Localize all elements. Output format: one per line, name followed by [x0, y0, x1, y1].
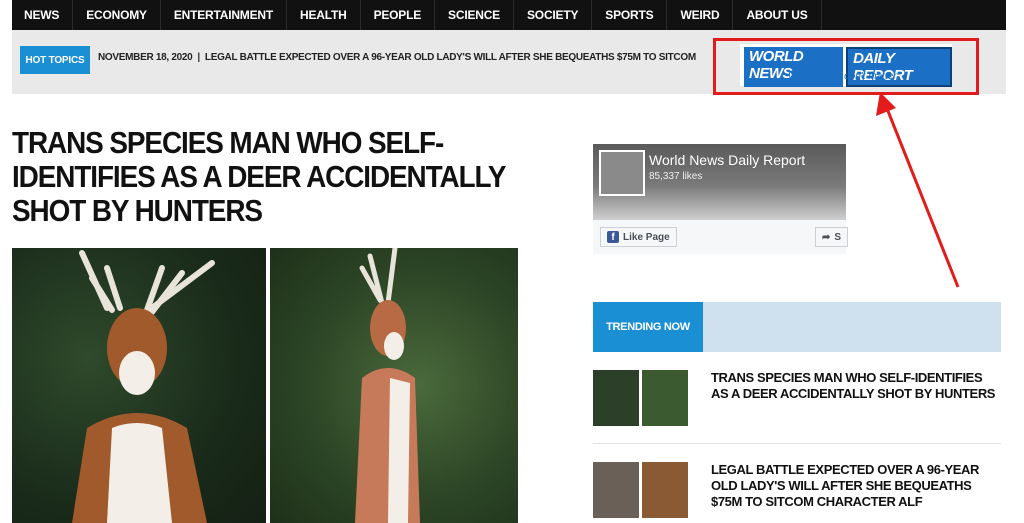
- annotation-arrow: [876, 92, 960, 288]
- nav-item-health[interactable]: HEALTH: [287, 0, 361, 30]
- nav-item-economy[interactable]: ECONOMY: [73, 0, 161, 30]
- facebook-like-button[interactable]: f Like Page: [600, 227, 677, 247]
- article-image[interactable]: [12, 248, 518, 523]
- nav-item-news[interactable]: NEWS: [12, 0, 74, 30]
- nav-item-weird[interactable]: WEIRD: [667, 0, 734, 30]
- trending-item-title[interactable]: LEGAL BATTLE EXPECTED OVER A 96-YEAR OLD…: [711, 462, 1001, 510]
- deer-thumb-left: [593, 370, 639, 426]
- hot-topics-ticker[interactable]: NOVEMBER 18, 2020 | LEGAL BATTLE EXPECTED …: [98, 52, 696, 63]
- share-arrow-icon: ➦: [822, 231, 831, 243]
- trending-divider: [593, 443, 1001, 444]
- trending-item[interactable]: LEGAL BATTLE EXPECTED OVER A 96-YEAR OLD…: [593, 462, 1001, 522]
- facebook-share-button[interactable]: ➦ S: [815, 227, 849, 247]
- facebook-likes-count: 85,337 likes: [649, 171, 703, 182]
- top-nav: NEWS ECONOMY ENTERTAINMENT HEALTH PEOPLE…: [12, 0, 1006, 30]
- facebook-icon: f: [607, 231, 619, 243]
- facebook-page-widget: World News Daily Report 85,337 likes f L…: [593, 144, 849, 254]
- old-lady-thumb: [593, 462, 639, 518]
- logo-tagline: Where facts don't matter: [788, 71, 897, 82]
- facebook-share-label: S: [834, 231, 842, 243]
- facebook-page-name[interactable]: World News Daily Report: [649, 152, 805, 168]
- trending-now-tab[interactable]: TRENDING NOW: [593, 302, 703, 352]
- trending-thumbnail[interactable]: [593, 462, 688, 518]
- hot-topics-bar: HOT TOPICS NOVEMBER 18, 2020 | LEGAL BATTL…: [12, 30, 1006, 95]
- ticker-date: NOVEMBER 18, 2020: [98, 52, 193, 63]
- facebook-action-bar: f Like Page ➦ S: [593, 220, 849, 254]
- trending-item-title[interactable]: TRANS SPECIES MAN WHO SELF-IDENTIFIES AS…: [711, 370, 1001, 402]
- deer-thumb-right: [642, 370, 688, 426]
- trending-header: TRENDING NOW: [593, 302, 1001, 352]
- nav-item-science[interactable]: SCIENCE: [435, 0, 514, 30]
- deer-costume-photo-right: [270, 248, 518, 523]
- logo-highlight-box: WORLD NEWS DAILY REPORT Where facts don'…: [713, 38, 979, 95]
- facebook-page-avatar[interactable]: [599, 150, 645, 196]
- nav-item-sports[interactable]: SPORTS: [592, 0, 668, 30]
- ticker-separator: |: [197, 52, 200, 63]
- trending-thumbnail[interactable]: [593, 370, 688, 426]
- facebook-like-label: Like Page: [623, 231, 670, 243]
- trending-item[interactable]: TRANS SPECIES MAN WHO SELF-IDENTIFIES AS…: [593, 370, 1001, 430]
- nav-item-entertainment[interactable]: ENTERTAINMENT: [161, 0, 287, 30]
- article-headline: TRANS SPECIES MAN WHO SELF-IDENTIFIES AS…: [12, 125, 506, 228]
- nav-item-about-us[interactable]: ABOUT US: [733, 0, 822, 30]
- alf-thumb: [642, 462, 688, 518]
- ticker-headline[interactable]: LEGAL BATTLE EXPECTED OVER A 96-YEAR OLD…: [205, 52, 696, 63]
- nav-item-society[interactable]: SOCIETY: [514, 0, 593, 30]
- nav-item-people[interactable]: PEOPLE: [361, 0, 436, 30]
- hot-topics-badge: HOT TOPICS: [20, 46, 90, 74]
- deer-costume-photo-left: [12, 248, 266, 523]
- site-logo[interactable]: WORLD NEWS DAILY REPORT Where facts don'…: [740, 44, 952, 87]
